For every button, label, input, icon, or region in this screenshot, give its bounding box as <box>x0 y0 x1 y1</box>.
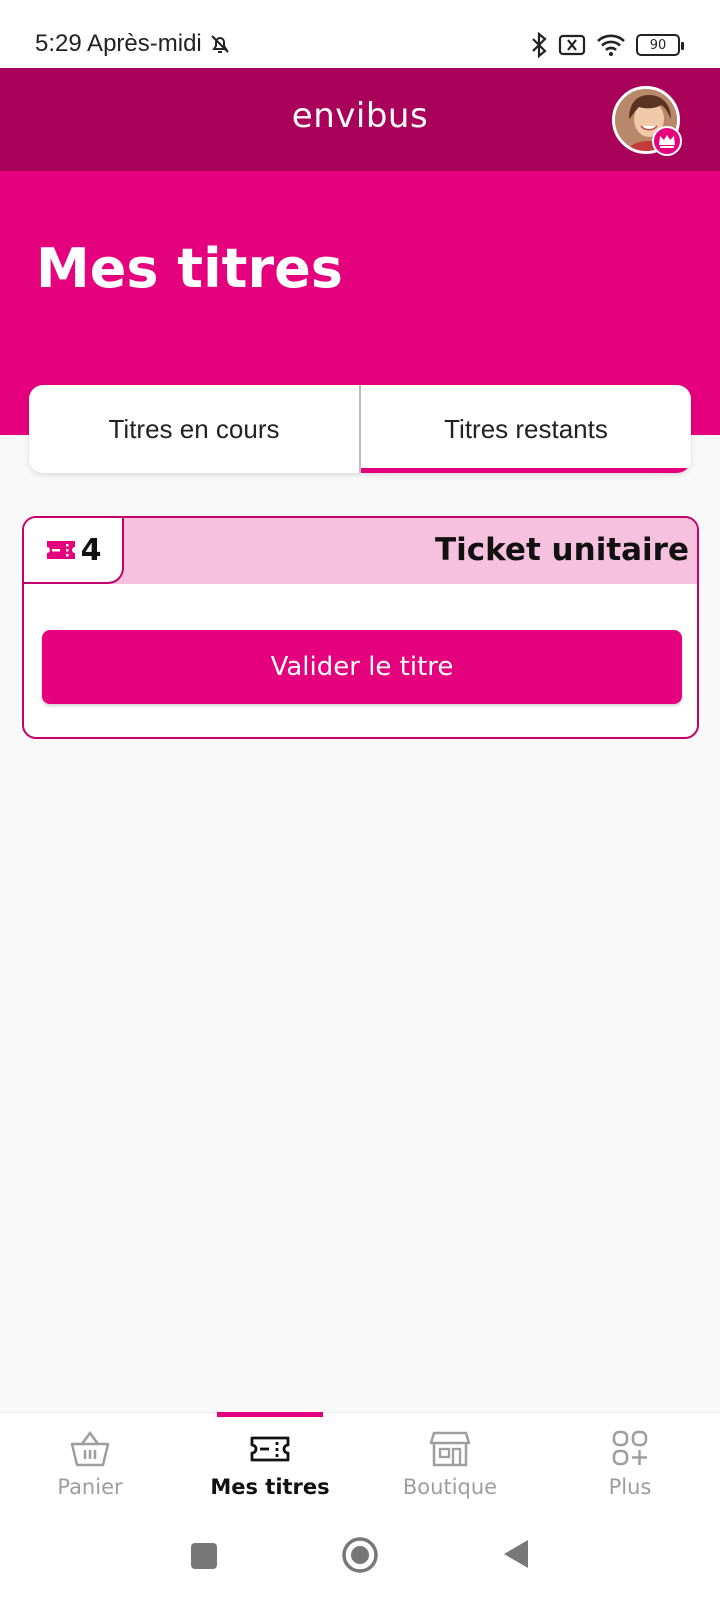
page-title: Mes titres <box>36 237 343 300</box>
bottom-nav: Panier Mes titres Boutique Plus <box>0 1412 720 1522</box>
basket-icon <box>70 1430 110 1467</box>
nav-label: Plus <box>608 1475 652 1499</box>
nav-item-boutique[interactable]: Boutique <box>360 1413 540 1522</box>
system-nav-bar <box>0 1522 720 1600</box>
tab-titres-en-cours[interactable]: Titres en cours <box>29 385 359 473</box>
recent-apps-icon[interactable] <box>190 1542 218 1570</box>
status-time: 5:29 Après-midi <box>35 30 232 58</box>
battery-level: 90 <box>649 37 667 53</box>
validate-ticket-label: Valider le titre <box>270 652 454 682</box>
status-time-text: 5:29 Après-midi <box>35 30 202 57</box>
ticket-count-box: 4 <box>24 518 124 584</box>
crown-icon <box>652 126 682 156</box>
nav-label: Boutique <box>402 1475 498 1499</box>
app-header: envibus <box>0 68 720 171</box>
ticket-count: 4 <box>80 532 102 568</box>
home-icon[interactable] <box>341 1536 379 1574</box>
tab-label: Titres en cours <box>108 413 280 444</box>
nav-item-panier[interactable]: Panier <box>0 1413 180 1522</box>
ticket-card: 4 Ticket unitaire Valider le titre <box>22 516 699 739</box>
wifi-icon <box>597 34 625 56</box>
ticket-card-header: 4 Ticket unitaire <box>24 518 697 584</box>
battery-icon: 90 <box>636 34 684 56</box>
shop-icon <box>429 1431 471 1467</box>
nav-item-plus[interactable]: Plus <box>540 1413 720 1522</box>
status-icons: 90 <box>530 30 684 60</box>
status-bar: 5:29 Après-midi 90 <box>0 0 720 68</box>
bell-off-icon <box>211 35 229 53</box>
ticket-name: Ticket unitaire <box>434 532 689 568</box>
grid-plus-icon <box>612 1430 648 1466</box>
sim-off-icon <box>558 34 586 56</box>
validate-ticket-button[interactable]: Valider le titre <box>42 630 682 704</box>
tab-label: Titres restants <box>444 413 608 444</box>
ticket-icon <box>46 541 75 559</box>
nav-item-mes-titres[interactable]: Mes titres <box>180 1412 360 1522</box>
nav-label: Panier <box>57 1475 123 1499</box>
nav-label: Mes titres <box>210 1475 330 1499</box>
tab-titres-restants[interactable]: Titres restants <box>359 385 691 473</box>
back-icon[interactable] <box>502 1538 530 1570</box>
tab-bar: Titres en cours Titres restants <box>29 385 691 473</box>
ticket-icon <box>250 1436 290 1462</box>
bluetooth-icon <box>532 32 547 58</box>
